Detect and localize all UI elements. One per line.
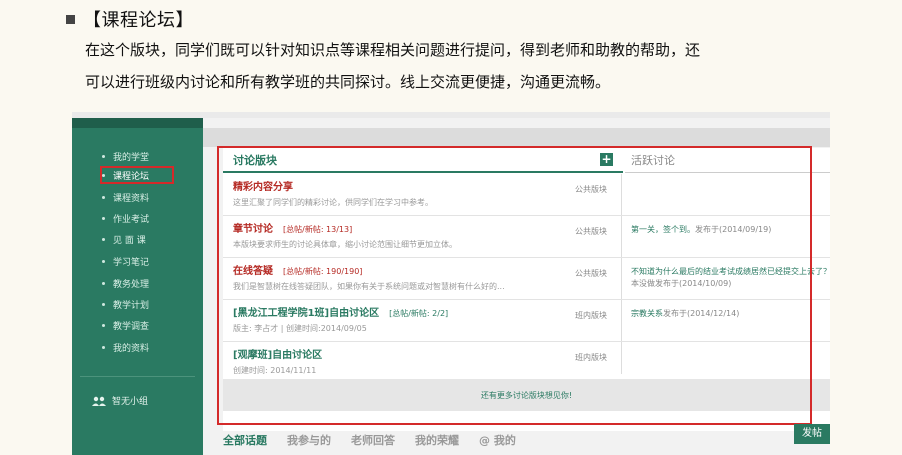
sidebar-item-my-profile[interactable]: 我的资料 xyxy=(102,339,149,355)
bullet-icon xyxy=(102,259,105,263)
topic-tabs: 全部话题 我参与的 老师回答 我的荣耀 @ 我的 xyxy=(223,431,536,449)
sidebar-item-teaching-survey[interactable]: 教学调查 xyxy=(102,317,149,333)
bullet-square-icon xyxy=(66,14,75,24)
sidebar-item-label: 作业考试 xyxy=(113,214,150,225)
section-description-line-1: 在这个版块，同学们既可以针对知识点等课程相关问题进行提问，得到老师和助教的帮助，… xyxy=(85,41,701,59)
sidebar-item-meeting-class[interactable]: 见 面 课 xyxy=(102,231,146,247)
section-heading: 【课程论坛】 xyxy=(66,8,194,31)
sidebar-item-my-school[interactable]: 我的学堂 xyxy=(102,148,149,164)
bullet-icon xyxy=(102,237,105,241)
sidebar-item-course-materials[interactable]: 课程资料 xyxy=(102,189,149,205)
sidebar-item-homework-exams[interactable]: 作业考试 xyxy=(102,210,149,226)
bullet-icon xyxy=(102,302,105,306)
sidebar-item-label: 见 面 课 xyxy=(113,235,146,246)
bullet-icon xyxy=(102,323,105,327)
bullet-icon xyxy=(102,195,105,199)
group-people-icon xyxy=(92,396,106,406)
sidebar-top-band xyxy=(72,118,203,128)
bullet-icon xyxy=(102,281,105,285)
sidebar-item-teaching-plan[interactable]: 教学计划 xyxy=(102,296,149,312)
tab-my-honors[interactable]: 我的荣耀 xyxy=(415,432,459,448)
sidebar-item-label: 我的资料 xyxy=(113,343,150,354)
tab-teacher-answers[interactable]: 老师回答 xyxy=(351,432,395,448)
sidebar-item-label: 教务处理 xyxy=(113,279,150,290)
top-strip xyxy=(203,128,830,147)
panel-highlight-box xyxy=(217,146,812,425)
bullet-icon xyxy=(102,154,105,158)
sidebar-item-academic-affairs[interactable]: 教务处理 xyxy=(102,275,149,291)
tab-mentions[interactable]: @ 我的 xyxy=(479,432,516,448)
sidebar-item-label: 课程资料 xyxy=(113,193,150,204)
section-description-line-2: 可以进行班级内讨论和所有教学班的共同探讨。线上交流更便捷，沟通更流畅。 xyxy=(85,73,611,91)
sidebar-item-label: 学习笔记 xyxy=(113,257,150,268)
active-item-highlight-box xyxy=(100,166,174,184)
sidebar-item-label: 我的学堂 xyxy=(113,152,150,163)
sidebar-divider xyxy=(80,376,195,377)
sidebar-group-link[interactable]: 智无小组 xyxy=(92,394,148,407)
sidebar: 我的学堂 课程论坛 课程资料 作业考试 见 面 课 学习笔记 教务处理 教学计划… xyxy=(72,118,203,455)
post-button[interactable]: 发帖 xyxy=(794,424,830,444)
tab-my-participation[interactable]: 我参与的 xyxy=(287,432,331,448)
bullet-icon xyxy=(102,345,105,349)
sidebar-item-label: 教学调查 xyxy=(113,321,150,332)
section-title: 【课程论坛】 xyxy=(83,10,194,31)
sidebar-item-label: 教学计划 xyxy=(113,300,150,311)
bullet-icon xyxy=(102,216,105,220)
forum-screenshot: 我的学堂 课程论坛 课程资料 作业考试 见 面 课 学习笔记 教务处理 教学计划… xyxy=(72,112,830,455)
sidebar-item-study-notes[interactable]: 学习笔记 xyxy=(102,253,149,269)
tab-all-topics[interactable]: 全部话题 xyxy=(223,432,267,448)
group-label: 智无小组 xyxy=(112,397,149,407)
